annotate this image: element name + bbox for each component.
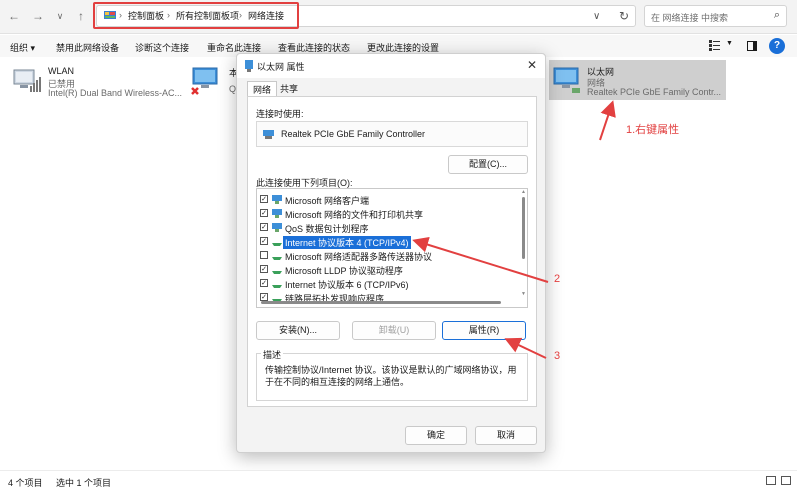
- item-label: Microsoft 网络的文件和打印机共享: [285, 210, 424, 220]
- network-adapter-icon: [191, 67, 218, 95]
- selected-count: 选中 1 个项目: [56, 478, 112, 488]
- item-label: Microsoft 网络适配器多路传送器协议: [285, 252, 433, 262]
- details-view-icon[interactable]: [766, 476, 776, 485]
- uninstall-button[interactable]: 卸载(U): [352, 321, 436, 340]
- address-bar: ← → ∨ ↑ › 控制面板 › 所有控制面板项 › 网络连接 ∨ ↻ 在 网络…: [0, 0, 797, 34]
- configure-button[interactable]: 配置(C)...: [448, 155, 528, 174]
- tiles-view-icon[interactable]: [781, 476, 791, 485]
- protocol-icon: [272, 243, 282, 246]
- scroll-down-icon[interactable]: ▼: [521, 291, 526, 297]
- nic-icon: [263, 130, 274, 139]
- adapter-device: Realtek PCIe GbE Family Contr...: [587, 87, 722, 97]
- protocol-icon: [272, 285, 282, 288]
- list-item[interactable]: ✓ Microsoft 网络的文件和打印机共享: [257, 207, 515, 220]
- item-checkbox[interactable]: ✓: [260, 279, 268, 287]
- back-arrow-icon[interactable]: ←: [6, 8, 22, 24]
- recent-chevron-icon[interactable]: ∨: [52, 8, 68, 24]
- address-dropdown-icon[interactable]: ∨: [593, 11, 600, 22]
- status-bar: 4 个项目 选中 1 个项目: [0, 470, 797, 490]
- list-item[interactable]: ✓ QoS 数据包计划程序: [257, 221, 515, 234]
- network-tab-panel: 连接时使用: Realtek PCIe GbE Family Controlle…: [247, 96, 537, 407]
- adapter-box: Realtek PCIe GbE Family Controller: [256, 121, 528, 147]
- annotation-step2: 2: [554, 273, 561, 285]
- vertical-scrollbar[interactable]: [522, 197, 525, 259]
- install-button[interactable]: 安装(N)...: [256, 321, 340, 340]
- adapter-local[interactable]: 本 Q: [191, 64, 238, 100]
- description-group: 描述 传输控制协议/Internet 协议。该协议是默认的广域网络协议，用于在不…: [256, 348, 528, 401]
- dialog-title: 以太网 属性: [257, 62, 305, 72]
- scroll-up-icon[interactable]: ▲: [521, 189, 526, 195]
- item-checkbox[interactable]: ✓: [260, 195, 268, 203]
- list-item[interactable]: ✓ Microsoft 网络客户端: [257, 193, 515, 206]
- item-checkbox[interactable]: ✓: [260, 293, 268, 301]
- annotation-step3: 3: [554, 350, 561, 362]
- adapter-wlan[interactable]: WLAN 已禁用 Intel(R) Dual Band Wireless-AC.…: [10, 64, 190, 100]
- properties-button[interactable]: 属性(R): [442, 321, 526, 340]
- search-placeholder: 在 网络连接 中搜索: [651, 13, 729, 23]
- file-share-icon: [272, 209, 282, 218]
- view-options-icon[interactable]: [709, 40, 721, 51]
- ok-button[interactable]: 确定: [405, 426, 467, 445]
- dialog-titlebar: 以太网 属性 ✕: [237, 54, 545, 78]
- qos-icon: [272, 223, 282, 232]
- item-label: Microsoft 网络客户端: [285, 196, 370, 206]
- up-arrow-icon[interactable]: ↑: [73, 8, 89, 24]
- diagnose-connection-button[interactable]: 诊断这个连接: [135, 41, 189, 54]
- help-icon[interactable]: ?: [769, 38, 785, 54]
- client-icon: [272, 195, 282, 204]
- description-legend: 描述: [261, 348, 284, 361]
- search-icon[interactable]: ⌕: [774, 9, 780, 22]
- organize-menu[interactable]: 组织 ▾: [10, 41, 35, 54]
- address-highlight-box: [93, 2, 299, 29]
- network-shield-icon: [245, 60, 253, 72]
- forward-arrow-icon[interactable]: →: [30, 8, 46, 24]
- ethernet-properties-dialog: 以太网 属性 ✕ 网络 共享 连接时使用: Realtek PCIe GbE F…: [236, 53, 546, 453]
- search-input[interactable]: 在 网络连接 中搜索 ⌕: [644, 5, 787, 27]
- list-item[interactable]: Microsoft 网络适配器多路传送器协议: [257, 249, 515, 262]
- description-text: 传输控制协议/Internet 协议。该协议是默认的广域网络协议，用于在不同的相…: [265, 365, 517, 387]
- close-icon[interactable]: ✕: [527, 58, 537, 72]
- item-checkbox[interactable]: ✓: [260, 237, 268, 245]
- tab-sharing[interactable]: 共享: [275, 81, 303, 97]
- protocol-icon: [272, 257, 282, 260]
- item-checkbox[interactable]: ✓: [260, 223, 268, 231]
- arrow-step1: [599, 100, 616, 141]
- preview-pane-icon[interactable]: [747, 41, 757, 51]
- wifi-adapter-icon: [13, 69, 41, 92]
- item-label: Internet 协议版本 4 (TCP/IPv4): [283, 236, 411, 249]
- item-label: Internet 协议版本 6 (TCP/IPv6): [285, 280, 409, 290]
- connect-using-label: 连接时使用:: [256, 109, 304, 119]
- item-label: Microsoft LLDP 协议驱动程序: [285, 266, 403, 276]
- protocol-icon: [272, 271, 282, 274]
- view-dropdown-icon[interactable]: ▼: [726, 40, 733, 47]
- adapter-status: Q: [229, 84, 237, 94]
- adapter-ethernet[interactable]: 以太网 网络 Realtek PCIe GbE Family Contr...: [549, 60, 726, 100]
- list-item-selected[interactable]: ✓ Internet 协议版本 4 (TCP/IPv4): [257, 235, 515, 249]
- disable-device-button[interactable]: 禁用此网络设备: [56, 41, 119, 54]
- refresh-icon[interactable]: ↻: [619, 9, 629, 23]
- item-checkbox[interactable]: [260, 251, 268, 259]
- adapter-name-text: Realtek PCIe GbE Family Controller: [281, 129, 426, 139]
- ethernet-adapter-icon: [553, 67, 580, 93]
- cancel-button[interactable]: 取消: [475, 426, 537, 445]
- adapter-name: WLAN: [48, 66, 75, 76]
- item-label: QoS 数据包计划程序: [285, 224, 369, 234]
- adapter-device: Intel(R) Dual Band Wireless-AC...: [48, 88, 183, 98]
- annotation-step1: 1.右键属性: [626, 124, 680, 136]
- item-checkbox[interactable]: ✓: [260, 265, 268, 273]
- horizontal-scrollbar[interactable]: [261, 301, 501, 304]
- item-checkbox[interactable]: ✓: [260, 209, 268, 217]
- list-item[interactable]: ✓ Internet 协议版本 6 (TCP/IPv6): [257, 277, 515, 290]
- components-list[interactable]: ✓ Microsoft 网络客户端 ✓ Microsoft 网络的文件和打印机共…: [256, 188, 528, 308]
- item-count: 4 个项目: [8, 478, 43, 488]
- list-item[interactable]: ✓ Microsoft LLDP 协议驱动程序: [257, 263, 515, 276]
